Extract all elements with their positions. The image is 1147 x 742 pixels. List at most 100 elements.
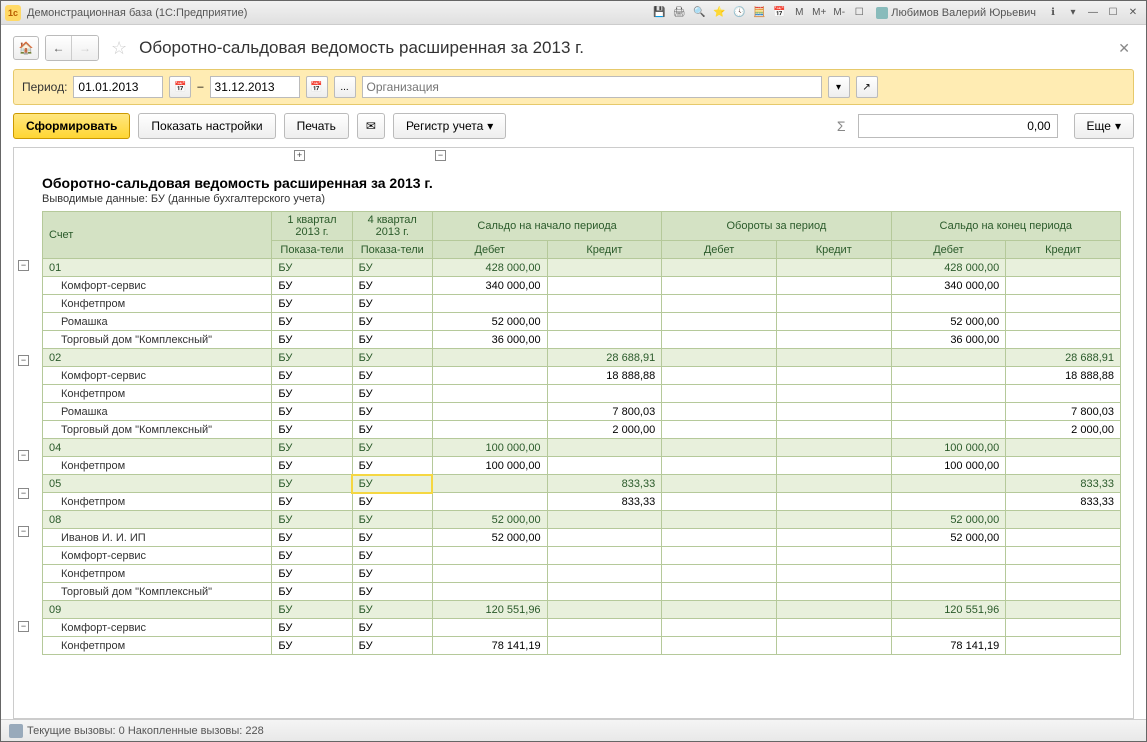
date-from-picker-icon[interactable]: 📅 xyxy=(169,76,191,98)
collapse-row-icon[interactable]: − xyxy=(18,621,29,632)
chevron-down-icon: ▾ xyxy=(487,119,493,133)
calc-icon[interactable]: 🧮 xyxy=(750,5,768,21)
table-row[interactable]: КонфетпромБУБУ833,33833,33 xyxy=(43,493,1121,511)
table-row[interactable]: Комфорт-сервисБУБУ xyxy=(43,619,1121,637)
home-button[interactable]: 🏠 xyxy=(13,36,39,60)
table-row[interactable]: КонфетпромБУБУ xyxy=(43,565,1121,583)
status-bar: Текущие вызовы: 0 Накопленные вызовы: 22… xyxy=(1,719,1146,741)
date-to-picker-icon[interactable]: 📅 xyxy=(306,76,328,98)
collapse-row-icon[interactable]: − xyxy=(18,526,29,537)
table-row[interactable]: Комфорт-сервисБУБУ340 000,00340 000,00 xyxy=(43,277,1121,295)
table-row[interactable]: 08БУБУ52 000,0052 000,00 xyxy=(43,511,1121,529)
sum-input[interactable] xyxy=(858,114,1058,138)
col-q1-ind: Показа-тели xyxy=(272,241,352,259)
print-icon[interactable]: 🖨 xyxy=(670,5,688,21)
m-minus-button[interactable]: M- xyxy=(830,5,848,21)
organization-input[interactable] xyxy=(362,76,822,98)
generate-button[interactable]: Сформировать xyxy=(13,113,130,139)
collapse-row-icon[interactable]: − xyxy=(18,260,29,271)
collapse-row-icon[interactable]: − xyxy=(18,450,29,461)
org-dropdown-icon[interactable]: ▾ xyxy=(828,76,850,98)
col-account: Счет xyxy=(43,212,272,259)
col-q4: 4 квартал 2013 г. xyxy=(352,212,432,241)
info-icon[interactable]: ℹ xyxy=(1044,5,1062,21)
col-tc: Кредит xyxy=(776,241,891,259)
forward-button[interactable]: → xyxy=(72,36,98,60)
date-to-input[interactable] xyxy=(210,76,300,98)
table-row[interactable]: 04БУБУ100 000,00100 000,00 xyxy=(43,439,1121,457)
close-tab-icon[interactable]: ✕ xyxy=(1114,40,1134,57)
calendar-icon[interactable]: 📅 xyxy=(770,5,788,21)
table-row[interactable]: КонфетпромБУБУ100 000,00100 000,00 xyxy=(43,457,1121,475)
date-from-input[interactable] xyxy=(73,76,163,98)
table-row[interactable]: Комфорт-сервисБУБУ18 888,8818 888,88 xyxy=(43,367,1121,385)
report-table: Счет 1 квартал 2013 г. 4 квартал 2013 г.… xyxy=(42,211,1121,655)
col-q4-ind: Показа-тели xyxy=(352,241,432,259)
minimize-icon[interactable]: — xyxy=(1084,5,1102,21)
maximize-icon[interactable]: ☐ xyxy=(1104,5,1122,21)
table-row[interactable]: РомашкаБУБУ7 800,037 800,03 xyxy=(43,403,1121,421)
close-icon[interactable]: ✕ xyxy=(1124,5,1142,21)
save-icon[interactable]: 💾 xyxy=(650,5,668,21)
table-row[interactable]: 09БУБУ120 551,96120 551,96 xyxy=(43,601,1121,619)
outline-collapse-col-icon[interactable]: − xyxy=(435,150,446,161)
outline-expand-col-icon[interactable]: + xyxy=(294,150,305,161)
dropdown-icon[interactable]: ▾ xyxy=(1064,5,1082,21)
filter-bar: Период: 📅 – 📅 ... ▾ ↗ xyxy=(13,69,1134,105)
col-ed: Дебет xyxy=(891,241,1006,259)
report-area[interactable]: + − Оборотно-сальдовая ведомость расшире… xyxy=(13,147,1134,719)
more-button[interactable]: Еще ▾ xyxy=(1074,113,1134,139)
app-icon: 1c xyxy=(5,5,21,21)
titlebar: 1c Демонстрационная база (1С:Предприятие… xyxy=(1,1,1146,25)
org-open-icon[interactable]: ↗ xyxy=(856,76,878,98)
collapse-row-icon[interactable]: − xyxy=(18,355,29,366)
table-row[interactable]: Иванов И. И. ИПБУБУ52 000,0052 000,00 xyxy=(43,529,1121,547)
report-subtitle: Выводимые данные: БУ (данные бухгалтерск… xyxy=(42,193,1121,205)
email-button[interactable]: ✉ xyxy=(357,113,385,139)
col-turnover: Обороты за период xyxy=(662,212,891,241)
user-label[interactable]: Любимов Валерий Юрьевич xyxy=(870,7,1042,19)
table-row[interactable]: Торговый дом "Комплексный"БУБУ2 000,002 … xyxy=(43,421,1121,439)
print-button[interactable]: Печать xyxy=(284,113,349,139)
report-title: Оборотно-сальдовая ведомость расширенная… xyxy=(42,175,1121,191)
table-row[interactable]: КонфетпромБУБУ78 141,1978 141,19 xyxy=(43,637,1121,655)
sum-icon: Σ xyxy=(833,118,850,134)
col-q1: 1 квартал 2013 г. xyxy=(272,212,352,241)
period-label: Период: xyxy=(22,80,67,94)
user-icon xyxy=(876,7,888,19)
m-button[interactable]: M xyxy=(790,5,808,21)
col-ec: Кредит xyxy=(1006,241,1121,259)
app-title: Демонстрационная база (1С:Предприятие) xyxy=(27,7,247,19)
panel-icon[interactable]: ☐ xyxy=(850,5,868,21)
history-icon[interactable]: 🕓 xyxy=(730,5,748,21)
registry-button[interactable]: Регистр учета ▾ xyxy=(393,113,506,139)
col-sc: Кредит xyxy=(547,241,662,259)
table-row[interactable]: КонфетпромБУБУ xyxy=(43,385,1121,403)
compare-icon[interactable]: 🔍 xyxy=(690,5,708,21)
period-ellipsis-button[interactable]: ... xyxy=(334,76,356,98)
col-saldo-end: Сальдо на конец периода xyxy=(891,212,1120,241)
col-sd: Дебет xyxy=(432,241,547,259)
page-title: Оборотно-сальдовая ведомость расширенная… xyxy=(139,38,584,58)
table-row[interactable]: Торговый дом "Комплексный"БУБУ xyxy=(43,583,1121,601)
table-row[interactable]: 01БУБУ428 000,00428 000,00 xyxy=(43,259,1121,277)
toolbar: Сформировать Показать настройки Печать ✉… xyxy=(13,113,1134,139)
table-row[interactable]: Торговый дом "Комплексный"БУБУ36 000,003… xyxy=(43,331,1121,349)
m-plus-button[interactable]: M+ xyxy=(810,5,828,21)
date-dash: – xyxy=(197,81,203,93)
table-row[interactable]: Комфорт-сервисБУБУ xyxy=(43,547,1121,565)
show-settings-button[interactable]: Показать настройки xyxy=(138,113,275,139)
col-saldo-start: Сальдо на начало периода xyxy=(432,212,661,241)
chevron-down-icon: ▾ xyxy=(1115,119,1121,133)
collapse-row-icon[interactable]: − xyxy=(18,488,29,499)
col-td: Дебет xyxy=(662,241,777,259)
table-row[interactable]: 05БУБУ833,33833,33 xyxy=(43,475,1121,493)
status-text: Текущие вызовы: 0 Накопленные вызовы: 22… xyxy=(27,725,264,737)
table-row[interactable]: 02БУБУ28 688,9128 688,91 xyxy=(43,349,1121,367)
table-row[interactable]: КонфетпромБУБУ xyxy=(43,295,1121,313)
status-icon xyxy=(9,724,23,738)
table-row[interactable]: РомашкаБУБУ52 000,0052 000,00 xyxy=(43,313,1121,331)
favorite-icon[interactable]: ⭐ xyxy=(710,5,728,21)
back-button[interactable]: ← xyxy=(46,36,72,60)
star-icon[interactable]: ☆ xyxy=(111,38,127,59)
